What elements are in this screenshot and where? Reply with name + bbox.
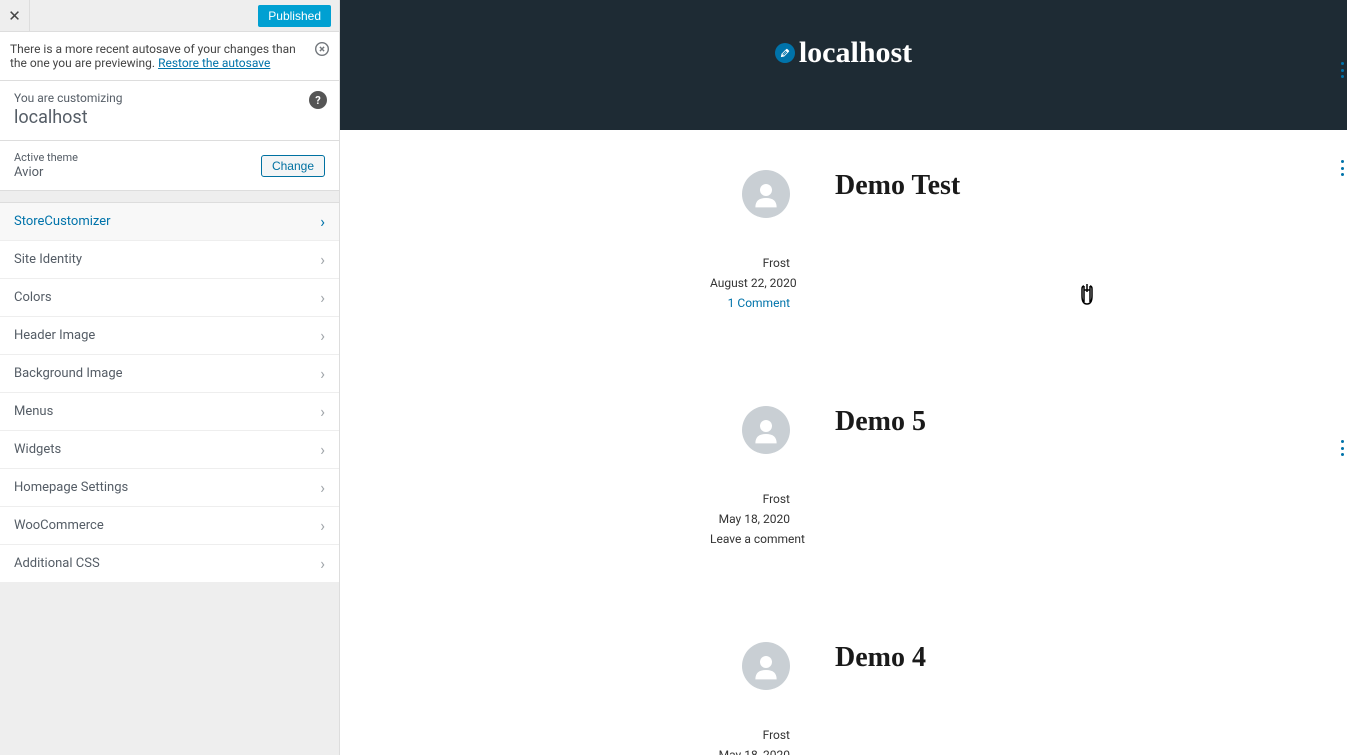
post-content: Demo 5 <box>835 406 926 552</box>
post-date[interactable]: May 18, 2020 <box>710 512 790 526</box>
menu-item-menus[interactable]: Menus › <box>0 393 339 431</box>
menu-item-label: Colors <box>14 290 52 305</box>
post: Frost August 22, 2020 1 Comment Demo Test <box>710 170 1347 316</box>
post-title[interactable]: Demo Test <box>835 170 960 202</box>
sidebar-topbar: ✕ Published <box>0 0 339 32</box>
post: Frost May 18, 2020 Leave a comment Demo 5 <box>710 406 1347 552</box>
post-title[interactable]: Demo 4 <box>835 642 926 674</box>
edit-pencil-icon[interactable] <box>775 43 795 63</box>
menu-item-header-image[interactable]: Header Image › <box>0 317 339 355</box>
chevron-right-icon: › <box>320 288 325 307</box>
menu-item-homepage-settings[interactable]: Homepage Settings › <box>0 469 339 507</box>
post-comments-link[interactable]: 1 Comment <box>710 296 790 310</box>
theme-section: Active theme Avior Change <box>0 141 339 191</box>
chevron-right-icon: › <box>320 554 325 573</box>
edit-shortcut-icon[interactable] <box>1341 440 1345 456</box>
menu-item-colors[interactable]: Colors › <box>0 279 339 317</box>
menu-item-additional-css[interactable]: Additional CSS › <box>0 545 339 583</box>
menu-item-label: StoreCustomizer <box>14 214 111 229</box>
post-author[interactable]: Frost <box>710 728 790 742</box>
help-icon[interactable]: ? <box>309 91 327 109</box>
post-content: Demo 4 <box>835 642 926 755</box>
menu-item-storecustomizer[interactable]: StoreCustomizer › <box>0 203 339 241</box>
chevron-right-icon: › <box>320 364 325 383</box>
post-title[interactable]: Demo 5 <box>835 406 926 438</box>
spacer <box>0 191 339 203</box>
menu-item-label: Additional CSS <box>14 556 100 571</box>
post-meta: FrostMay 18, 2020Leave a comment <box>710 642 790 755</box>
menu-item-site-identity[interactable]: Site Identity › <box>0 241 339 279</box>
avatar <box>742 642 790 690</box>
autosave-notice: There is a more recent autosave of your … <box>0 32 339 81</box>
customizer-menu: StoreCustomizer›Site Identity›Colors›Hea… <box>0 203 339 583</box>
chevron-right-icon: › <box>320 478 325 497</box>
edit-shortcut-icon[interactable] <box>1341 62 1345 78</box>
site-title[interactable]: localhost <box>775 36 912 70</box>
edit-shortcut-icon[interactable] <box>1341 160 1345 176</box>
customizing-label: You are customizing <box>14 91 325 105</box>
menu-item-label: Homepage Settings <box>14 480 128 495</box>
change-theme-button[interactable]: Change <box>261 155 325 177</box>
menu-item-background-image[interactable]: Background Image › <box>0 355 339 393</box>
post-date[interactable]: August 22, 2020 <box>710 276 790 290</box>
active-theme-label: Active theme <box>14 151 78 164</box>
chevron-right-icon: › <box>320 516 325 535</box>
post-content: Demo Test <box>835 170 960 316</box>
post-meta: Frost May 18, 2020 Leave a comment <box>710 406 790 552</box>
chevron-right-icon: › <box>320 402 325 421</box>
post: FrostMay 18, 2020Leave a commentDemo 4 <box>710 642 1347 755</box>
menu-item-label: Menus <box>14 404 53 419</box>
post-meta: Frost August 22, 2020 1 Comment <box>710 170 790 316</box>
site-header: localhost <box>340 0 1347 130</box>
close-button[interactable]: ✕ <box>0 0 30 32</box>
dismiss-icon[interactable] <box>315 42 329 60</box>
customizing-header: You are customizing localhost ? <box>0 81 339 141</box>
menu-item-woocommerce[interactable]: WooCommerce › <box>0 507 339 545</box>
avatar <box>742 406 790 454</box>
post-author[interactable]: Frost <box>710 256 790 270</box>
avatar <box>742 170 790 218</box>
chevron-right-icon: › <box>320 440 325 459</box>
preview-pane: localhost Frost August 22, 2020 1 Comment D… <box>340 0 1347 755</box>
post-author[interactable]: Frost <box>710 492 790 506</box>
menu-item-label: Header Image <box>14 328 95 343</box>
post-date[interactable]: May 18, 2020 <box>710 748 790 755</box>
post-comments-link[interactable]: Leave a comment <box>710 532 790 546</box>
chevron-right-icon: › <box>320 250 325 269</box>
publish-button[interactable]: Published <box>258 5 331 27</box>
posts-area: FrostAugust 22, 20201 CommentDemo TestFr… <box>340 130 1347 755</box>
customizer-sidebar: ✕ Published There is a more recent autos… <box>0 0 340 755</box>
restore-autosave-link[interactable]: Restore the autosave <box>158 56 270 70</box>
chevron-right-icon: › <box>320 326 325 345</box>
menu-item-widgets[interactable]: Widgets › <box>0 431 339 469</box>
site-title-text: localhost <box>799 36 912 70</box>
menu-item-label: Background Image <box>14 366 123 381</box>
active-theme-name: Avior <box>14 165 78 180</box>
menu-item-label: Site Identity <box>14 252 82 267</box>
menu-item-label: WooCommerce <box>14 518 104 533</box>
customizing-site-name: localhost <box>14 107 325 128</box>
menu-item-label: Widgets <box>14 442 61 457</box>
chevron-right-icon: › <box>320 212 325 231</box>
